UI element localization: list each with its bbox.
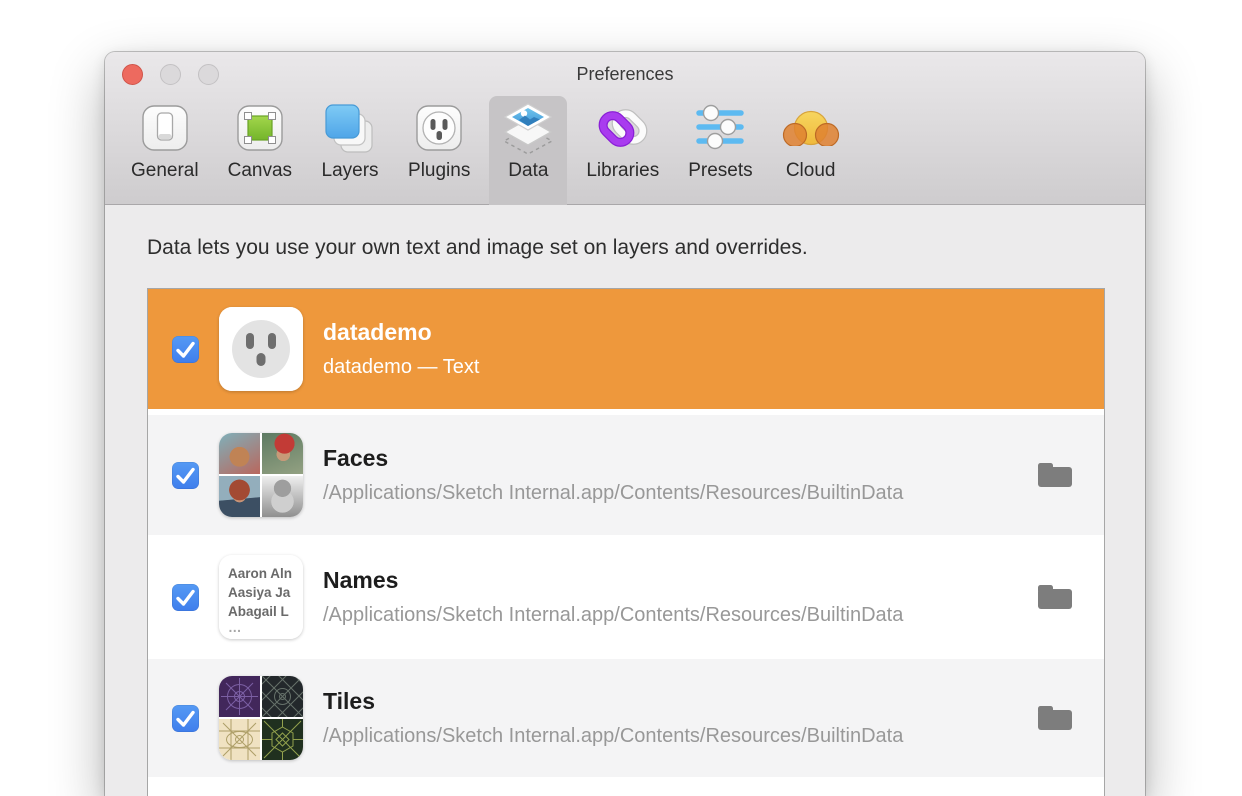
tiles-reveal-folder-button[interactable]: [1036, 703, 1074, 733]
cloud-icon: [782, 99, 840, 159]
face-photo-3: [219, 476, 260, 517]
tab-cloud[interactable]: Cloud: [772, 96, 850, 205]
tile-pattern-2: [262, 676, 303, 717]
tab-libraries-label: Libraries: [586, 160, 659, 182]
tile-pattern-4: [262, 719, 303, 760]
row-text-block: Tiles /Applications/Sketch Internal.app/…: [323, 688, 903, 748]
row-text-block: datademo datademo — Text: [323, 319, 479, 379]
row-title: Tiles: [323, 688, 903, 715]
faces-checkbox[interactable]: [172, 462, 199, 489]
data-source-row-datademo[interactable]: datademo datademo — Text: [148, 289, 1104, 409]
names-reveal-folder-button[interactable]: [1036, 582, 1074, 612]
data-source-row-tiles[interactable]: Tiles /Applications/Sketch Internal.app/…: [148, 659, 1104, 777]
row-title: datademo: [323, 319, 479, 346]
layers-icon: [321, 99, 379, 159]
faces-reveal-folder-button[interactable]: [1036, 460, 1074, 490]
row-title: Faces: [323, 445, 903, 472]
tiles-checkbox[interactable]: [172, 705, 199, 732]
checkmark-icon: [172, 336, 199, 363]
canvas-icon: [231, 99, 289, 159]
face-photo-2: [262, 433, 303, 474]
faces-photos-thumbnail: [219, 433, 303, 517]
folder-icon: [1036, 582, 1074, 612]
tab-libraries[interactable]: Libraries: [576, 96, 669, 205]
data-sources-list: datademo datademo — Text: [147, 288, 1105, 796]
tab-canvas[interactable]: Canvas: [218, 96, 302, 205]
preferences-window: Preferences General: [105, 52, 1145, 796]
face-photo-4: [262, 476, 303, 517]
general-icon: [136, 99, 194, 159]
tab-data[interactable]: Data: [489, 96, 567, 205]
data-source-row-faces[interactable]: Faces /Applications/Sketch Internal.app/…: [148, 415, 1104, 535]
libraries-icon: [594, 99, 652, 159]
tile-pattern-1: [219, 676, 260, 717]
presets-icon: [691, 99, 749, 159]
datademo-checkbox[interactable]: [172, 336, 199, 363]
row-path: /Applications/Sketch Internal.app/Conten…: [323, 604, 903, 627]
names-preview-ellipsis: …: [228, 621, 303, 635]
checkmark-icon: [172, 705, 199, 732]
row-path: /Applications/Sketch Internal.app/Conten…: [323, 725, 903, 748]
tab-presets-label: Presets: [688, 160, 752, 182]
names-preview-line: Aaron Aln: [228, 564, 303, 583]
window-chrome: Preferences General: [105, 52, 1145, 205]
preferences-toolbar: General Canvas: [105, 96, 1145, 205]
tab-canvas-label: Canvas: [228, 160, 292, 182]
data-source-row-partial[interactable]: [148, 777, 1104, 796]
tab-layers[interactable]: Layers: [311, 96, 389, 205]
names-preview-line: Abagail L: [228, 602, 303, 621]
tab-presets[interactable]: Presets: [678, 96, 762, 205]
window-title: Preferences: [105, 64, 1145, 85]
tab-layers-label: Layers: [322, 160, 379, 182]
checkmark-icon: [172, 584, 199, 611]
row-path: /Applications/Sketch Internal.app/Conten…: [323, 482, 903, 505]
names-checkbox[interactable]: [172, 584, 199, 611]
tile-pattern-3: [219, 719, 260, 760]
checkmark-icon: [172, 462, 199, 489]
tab-data-label: Data: [508, 160, 548, 182]
tab-general-label: General: [131, 160, 199, 182]
tab-plugins-label: Plugins: [408, 160, 470, 182]
tab-plugins[interactable]: Plugins: [398, 96, 480, 205]
data-icon: [499, 99, 557, 159]
titlebar[interactable]: Preferences: [105, 52, 1145, 96]
plug-outlet-thumbnail: [219, 307, 303, 391]
folder-icon: [1036, 703, 1074, 733]
row-title: Names: [323, 567, 903, 594]
names-preview-line: Aasiya Ja: [228, 583, 303, 602]
pane-description: Data lets you use your own text and imag…: [147, 236, 808, 260]
row-text-block: Names /Applications/Sketch Internal.app/…: [323, 567, 903, 627]
tab-general[interactable]: General: [121, 96, 209, 205]
names-text-thumbnail: Aaron Aln Aasiya Ja Abagail L …: [219, 555, 303, 639]
data-pane: Data lets you use your own text and imag…: [105, 206, 1145, 796]
data-source-row-names[interactable]: Aaron Aln Aasiya Ja Abagail L … Names /A…: [148, 535, 1104, 659]
row-text-block: Faces /Applications/Sketch Internal.app/…: [323, 445, 903, 505]
folder-icon: [1036, 460, 1074, 490]
tab-cloud-label: Cloud: [786, 160, 836, 182]
row-subtitle: datademo — Text: [323, 356, 479, 379]
face-photo-1: [219, 433, 260, 474]
tiles-patterns-thumbnail: [219, 676, 303, 760]
plugins-icon: [410, 99, 468, 159]
